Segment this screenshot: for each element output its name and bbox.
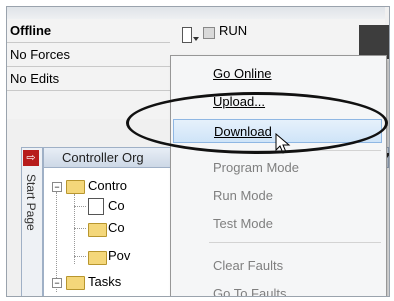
- menu-item-go-to-faults[interactable]: Go To Faults: [171, 282, 384, 297]
- run-label: RUN: [219, 23, 248, 38]
- menu-item-label: Test Mode: [213, 216, 273, 231]
- menu-item-label: Run Mode: [213, 188, 273, 203]
- controller-mode-icon[interactable]: [182, 27, 192, 43]
- connection-status: Offline: [7, 19, 170, 43]
- menu-item-test-mode[interactable]: Test Mode: [171, 212, 384, 236]
- chevron-down-icon[interactable]: [193, 37, 199, 41]
- menu-item-program-mode[interactable]: Program Mode: [171, 156, 384, 180]
- tree-item-label[interactable]: Pov: [108, 248, 130, 263]
- tree-item-label[interactable]: Co: [108, 198, 125, 213]
- folder-icon: [88, 223, 107, 237]
- tree-item-label[interactable]: Contro: [88, 178, 127, 193]
- forces-status: No Forces: [7, 43, 170, 67]
- menu-item-label: Program Mode: [213, 160, 299, 175]
- menu-item-label: Clear Faults: [213, 258, 284, 273]
- edit-document-icon: [88, 198, 104, 215]
- status-panel-edge: [359, 25, 389, 59]
- folder-icon: [66, 276, 85, 290]
- collapse-toggle[interactable]: −: [52, 278, 62, 288]
- menu-item-clear-faults[interactable]: Clear Faults: [171, 254, 384, 278]
- menu-item-label: Go To Faults: [213, 286, 287, 297]
- controller-context-menu: Go Online Upload... Download Program Mod…: [170, 55, 387, 297]
- menu-item-label: Go Online: [213, 66, 272, 81]
- start-page-icon[interactable]: ⇨: [23, 150, 39, 166]
- window-frame: Offline No Forces No Edits RUN ⇨ Start P…: [6, 6, 390, 297]
- run-indicator: [203, 27, 215, 39]
- highlight-callout-oval: [126, 92, 388, 154]
- collapse-toggle[interactable]: −: [52, 182, 62, 192]
- edits-status: No Edits: [7, 67, 170, 91]
- menu-item-go-online[interactable]: Go Online: [171, 62, 384, 86]
- folder-icon: [88, 251, 107, 265]
- menu-item-run-mode[interactable]: Run Mode: [171, 184, 384, 208]
- menu-separator: [209, 242, 381, 243]
- tree-item-label[interactable]: Co: [108, 220, 125, 235]
- tree-item-label[interactable]: Tasks: [88, 274, 121, 289]
- start-page-label: Start Page: [24, 174, 38, 231]
- folder-icon: [66, 180, 85, 194]
